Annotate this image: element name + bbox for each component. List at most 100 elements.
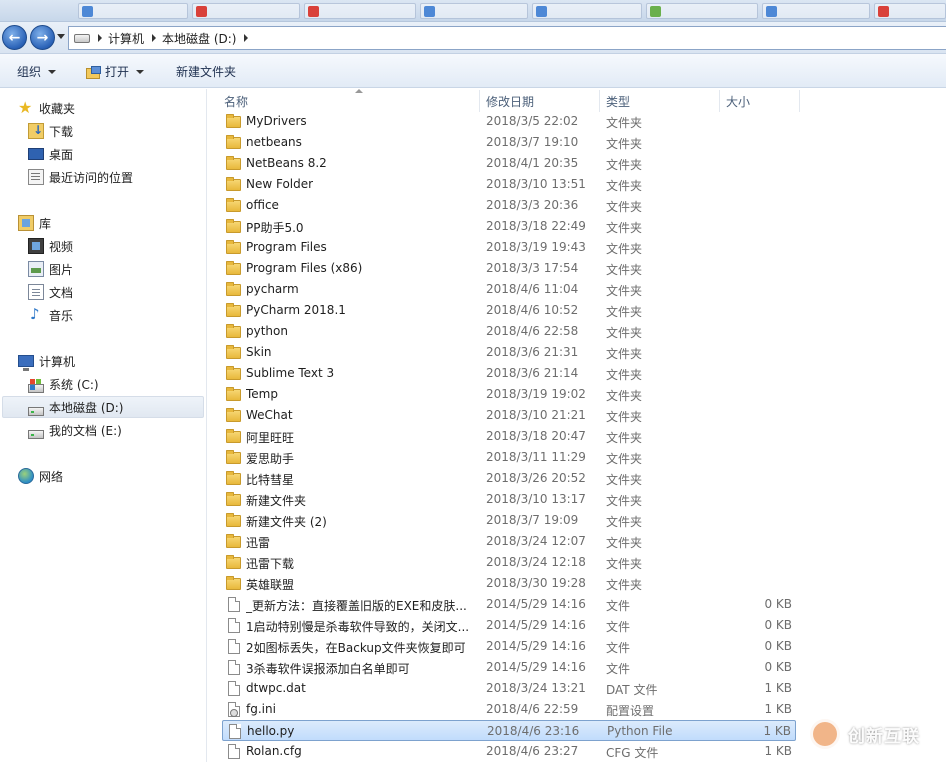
column-header-date[interactable]: 修改日期 (480, 90, 600, 112)
taskbar-tab[interactable] (762, 3, 870, 19)
sidebar-item-music[interactable]: 音乐 (28, 304, 73, 326)
back-button[interactable]: ← (2, 25, 27, 50)
file-icon (226, 660, 242, 675)
file-row[interactable]: 3杀毒软件误报添加白名单即可 2014/5/29 14:16 文件 0 KB (222, 657, 796, 678)
new-folder-button[interactable]: 新建文件夹 (176, 63, 236, 80)
sidebar-item-network[interactable]: 网络 (18, 465, 63, 487)
file-type: 文件 (606, 599, 631, 613)
taskbar-tab[interactable] (874, 3, 946, 19)
breadcrumb-drive-d[interactable]: 本地磁盘 (D:) (162, 30, 236, 47)
file-row[interactable]: MyDrivers 2018/3/5 22:02 文件夹 (222, 111, 796, 132)
file-icon (226, 681, 242, 696)
taskbar-tab[interactable] (304, 3, 416, 19)
file-row[interactable]: office 2018/3/3 20:36 文件夹 (222, 195, 796, 216)
file-date: 2018/3/18 22:49 (486, 219, 586, 233)
taskbar-tab[interactable] (420, 3, 528, 19)
column-header-name[interactable]: 名称 (218, 89, 480, 112)
file-row[interactable]: PyCharm 2018.1 2018/4/6 10:52 文件夹 (222, 300, 796, 321)
file-name: 迅雷 (246, 536, 271, 550)
column-header-label: 类型 (606, 94, 631, 109)
file-date: 2018/4/6 23:27 (486, 744, 579, 758)
chevron-down-icon (136, 69, 145, 74)
file-row[interactable]: 迅雷 2018/3/24 12:07 文件夹 (222, 531, 796, 552)
column-header-type[interactable]: 类型 (600, 90, 720, 112)
file-icon (226, 639, 242, 654)
file-type: 文件 (606, 641, 631, 655)
sidebar-item-label: 本地磁盘 (D:) (49, 400, 124, 415)
breadcrumb-separator-icon[interactable] (98, 34, 102, 42)
file-type: 文件夹 (606, 431, 643, 445)
file-row[interactable]: Temp 2018/3/19 19:02 文件夹 (222, 384, 796, 405)
file-row[interactable]: Rolan.cfg 2018/4/6 23:27 CFG 文件 1 KB (222, 741, 796, 762)
file-row[interactable]: Program Files 2018/3/19 19:43 文件夹 (222, 237, 796, 258)
sidebar-item-label: 图片 (49, 262, 74, 277)
picture-library-icon (28, 261, 44, 277)
file-row[interactable]: dtwpc.dat 2018/3/24 13:21 DAT 文件 1 KB (222, 678, 796, 699)
organize-label: 组织 (17, 65, 42, 79)
file-size: 0 KB (764, 660, 792, 674)
breadcrumb-separator-icon[interactable] (244, 34, 249, 42)
file-row[interactable]: 英雄联盟 2018/3/30 19:28 文件夹 (222, 573, 796, 594)
open-button[interactable]: 打开 (86, 63, 145, 80)
file-row[interactable]: hello.py 2018/4/6 23:16 Python File 1 KB (222, 720, 796, 741)
file-row[interactable]: 爱思助手 2018/3/11 11:29 文件夹 (222, 447, 796, 468)
sidebar-item-documents[interactable]: 文档 (28, 281, 73, 303)
sidebar-item-pictures[interactable]: 图片 (28, 258, 73, 280)
sidebar-item-label: 我的文档 (E:) (49, 423, 122, 438)
forward-button[interactable]: → (30, 25, 55, 50)
sidebar-item-drive-d[interactable]: 本地磁盘 (D:) (2, 396, 204, 418)
file-size: 0 KB (764, 618, 792, 632)
file-row[interactable]: WeChat 2018/3/10 21:21 文件夹 (222, 405, 796, 426)
file-type: 文件夹 (606, 389, 643, 403)
file-list: 名称 修改日期 类型 大小 MyDrivers 2018/3/5 22:02 文件夹… (208, 89, 946, 762)
sidebar-item-videos[interactable]: 视频 (28, 235, 73, 257)
file-date: 2018/3/30 19:28 (486, 576, 586, 590)
file-row[interactable]: 2如图标丢失，在Backup文件夹恢复即可 2014/5/29 14:16 文件 0 … (222, 636, 796, 657)
sidebar-item-desktop[interactable]: 桌面 (28, 143, 73, 165)
taskbar-tab[interactable] (646, 3, 758, 19)
organize-button[interactable]: 组织 (17, 63, 57, 80)
file-date: 2018/3/3 17:54 (486, 261, 579, 275)
computer-icon (18, 355, 34, 371)
breadcrumb-separator-icon[interactable] (152, 34, 157, 42)
file-row[interactable]: netbeans 2018/3/7 19:10 文件夹 (222, 132, 796, 153)
file-name: WeChat (246, 408, 293, 422)
sidebar-item-computer[interactable]: 计算机 (18, 350, 75, 372)
file-row[interactable]: PP助手5.0 2018/3/18 22:49 文件夹 (222, 216, 796, 237)
file-row[interactable]: _更新方法：直接覆盖旧版的EXE和皮肤... 2014/5/29 14:16 文件 0… (222, 594, 796, 615)
folder-icon (226, 366, 242, 380)
file-row[interactable]: 比特彗星 2018/3/26 20:52 文件夹 (222, 468, 796, 489)
sidebar-item-label: 收藏夹 (39, 101, 76, 116)
sidebar-item-libraries[interactable]: 库 (18, 212, 51, 234)
file-name: PyCharm 2018.1 (246, 303, 346, 317)
taskbar-tab[interactable] (78, 3, 188, 19)
breadcrumb-computer[interactable]: 计算机 (108, 30, 144, 47)
taskbar-tab[interactable] (192, 3, 300, 19)
taskbar-tab[interactable] (532, 3, 642, 19)
file-row[interactable]: 1启动特别慢是杀毒软件导致的，关闭文... 2014/5/29 14:16 文件 0 … (222, 615, 796, 636)
column-header-size[interactable]: 大小 (720, 90, 800, 112)
file-row[interactable]: python 2018/4/6 22:58 文件夹 (222, 321, 796, 342)
sidebar-item-favorites[interactable]: 收藏夹 (18, 97, 75, 119)
file-row[interactable]: Program Files (x86) 2018/3/3 17:54 文件夹 (222, 258, 796, 279)
file-row[interactable]: 新建文件夹 2018/3/10 13:17 文件夹 (222, 489, 796, 510)
file-row[interactable]: Skin 2018/3/6 21:31 文件夹 (222, 342, 796, 363)
address-bar[interactable]: 计算机 本地磁盘 (D:) (68, 26, 946, 50)
sidebar-item-recent-places[interactable]: 最近访问的位置 (28, 166, 133, 188)
file-date: 2014/5/29 14:16 (486, 597, 586, 611)
file-row[interactable]: Sublime Text 3 2018/3/6 21:14 文件夹 (222, 363, 796, 384)
recent-pages-dropdown-icon[interactable] (57, 34, 65, 39)
file-row[interactable]: 迅雷下载 2018/3/24 12:18 文件夹 (222, 552, 796, 573)
file-row[interactable]: 阿里旺旺 2018/3/18 20:47 文件夹 (222, 426, 796, 447)
file-row[interactable]: 新建文件夹 (2) 2018/3/7 19:09 文件夹 (222, 510, 796, 531)
file-date: 2018/3/7 19:10 (486, 135, 579, 149)
file-row[interactable]: fg.ini 2018/4/6 22:59 配置设置 1 KB (222, 699, 796, 720)
sidebar-item-downloads[interactable]: 下载 (28, 120, 73, 142)
file-row[interactable]: NetBeans 8.2 2018/4/1 20:35 文件夹 (222, 153, 796, 174)
file-size: 1 KB (764, 681, 792, 695)
sidebar-item-drive-e[interactable]: 我的文档 (E:) (28, 419, 122, 441)
file-row[interactable]: pycharm 2018/4/6 11:04 文件夹 (222, 279, 796, 300)
file-type: 文件夹 (606, 347, 643, 361)
file-row[interactable]: New Folder 2018/3/10 13:51 文件夹 (222, 174, 796, 195)
sidebar-item-drive-c[interactable]: 系统 (C:) (28, 373, 99, 395)
